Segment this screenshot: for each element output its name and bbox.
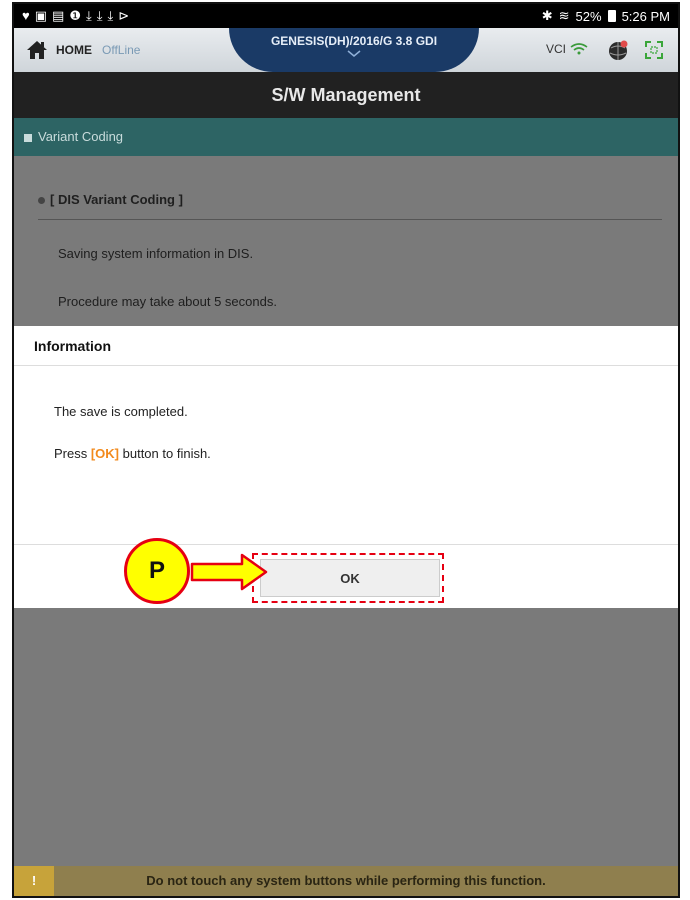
fullscreen-icon[interactable]	[644, 40, 664, 60]
dialog-message-2-prefix: Press	[54, 446, 91, 461]
calendar-icon: ▤	[52, 8, 65, 23]
content-heading: [ DIS Variant Coding ]	[38, 192, 662, 220]
clock: 5:26 PM	[621, 8, 670, 24]
dialog-footer: OK	[14, 544, 678, 608]
offline-status: OffLine	[102, 43, 141, 57]
home-icon[interactable]	[22, 35, 52, 65]
vci-wifi-icon	[570, 43, 588, 55]
content-line-2: Procedure may take about 5 seconds.	[58, 294, 277, 309]
section-header: Variant Coding	[14, 118, 678, 156]
gallery-icon: ▣	[34, 8, 48, 23]
dialog-message-2: Press [OK] button to finish.	[54, 446, 211, 461]
battery-icon	[607, 10, 616, 22]
status-bar: ♥ ▣ ▤ ❶ ⤓ ⤓ ⤓ ⊳ ✱ ≋ 52% 5:26 PM	[14, 4, 678, 28]
vci-label: VCI	[545, 42, 566, 56]
vci-status[interactable]: VCI	[546, 42, 588, 56]
device-screen: ♥ ▣ ▤ ❶ ⤓ ⤓ ⤓ ⊳ ✱ ≋ 52% 5:26 PM HOME Off…	[12, 2, 680, 898]
bluetooth-icon: ✱	[541, 8, 553, 23]
information-dialog: Information The save is completed. Press…	[14, 326, 678, 608]
vehicle-selector[interactable]: GENESIS(DH)/2016/G 3.8 GDI	[229, 28, 479, 72]
section-label: Variant Coding	[38, 129, 124, 144]
globe-connection-icon[interactable]	[606, 38, 630, 62]
ok-inline-highlight: [OK]	[90, 446, 120, 461]
chevron-down-icon	[347, 50, 361, 57]
ok-button[interactable]: OK	[260, 559, 440, 597]
content-line-1: Saving system information in DIS.	[58, 246, 254, 261]
warning-text: Do not touch any system buttons while pe…	[146, 873, 546, 888]
warning-icon: !	[14, 866, 54, 896]
dialog-title: Information	[14, 326, 678, 366]
callout-p-marker: P	[124, 538, 190, 604]
download-icon: ⤓	[85, 8, 92, 23]
callout-arrow-icon	[190, 553, 268, 591]
dimmed-content: [ DIS Variant Coding ] Saving system inf…	[14, 156, 678, 326]
dialog-message-2-suffix: button to finish.	[119, 446, 211, 461]
bullet-icon	[38, 197, 45, 205]
warning-bar: ! Do not touch any system buttons while …	[14, 866, 678, 896]
section-square-icon	[24, 133, 32, 142]
home-label[interactable]: HOME	[56, 43, 92, 57]
vehicle-name: GENESIS(DH)/2016/G 3.8 GDI	[270, 34, 438, 48]
app-header: HOME OffLine GENESIS(DH)/2016/G 3.8 GDI …	[14, 28, 678, 72]
wifi-icon: ≋	[558, 8, 570, 23]
download-icon: ⤓	[107, 8, 114, 23]
battery-percent: 52%	[575, 8, 602, 24]
page-title: S/W Management	[14, 72, 678, 118]
alert-icon: ❶	[69, 8, 81, 23]
notification-icons: ♥ ▣ ▤ ❶ ⤓ ⤓ ⤓ ⊳	[22, 8, 129, 24]
content-heading-text: [ DIS Variant Coding ]	[50, 192, 183, 207]
navigation-icon: ♥	[22, 8, 30, 23]
dialog-message-1: The save is completed.	[54, 404, 188, 419]
flag-icon: ⊳	[118, 8, 130, 23]
download-icon: ⤓	[96, 8, 103, 23]
system-indicators: ✱ ≋ 52% 5:26 PM	[542, 8, 670, 24]
